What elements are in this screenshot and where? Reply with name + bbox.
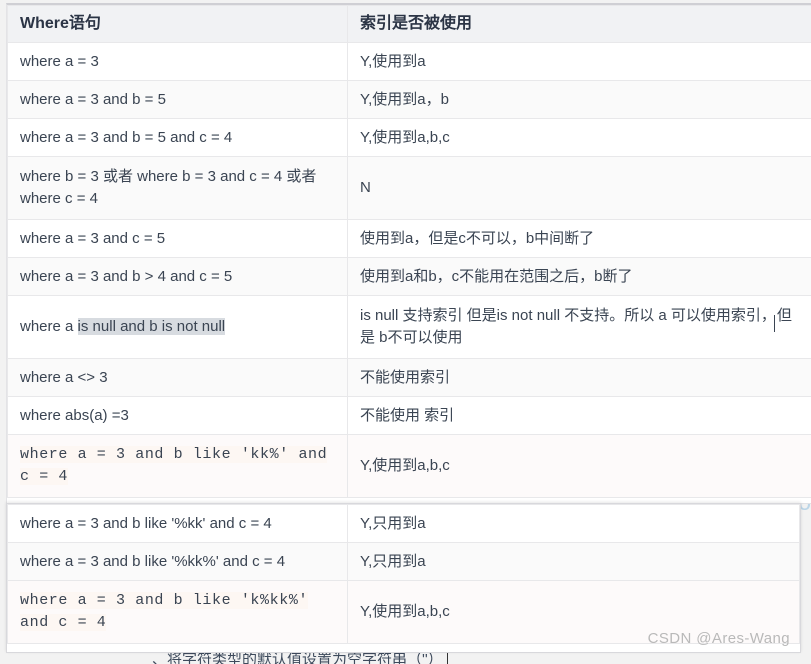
cell-index-used: 使用到a和b，c不能用在范围之后，b断了	[347, 257, 811, 296]
cell-index-used: Y,使用到a,b,c	[347, 434, 811, 498]
table-row: where a = 3 and b = 5 and c = 4 Y,使用到a,b…	[7, 118, 811, 157]
cell-index-used: Y,使用到a,b,c	[347, 118, 811, 157]
column-header-where: Where语句	[7, 5, 348, 43]
cell-where-clause: where a = 3	[7, 42, 348, 81]
table-row: where a <> 3 不能使用索引	[7, 358, 811, 397]
table-row: where a = 3 and b > 4 and c = 5 使用到a和b，c…	[7, 257, 811, 296]
table-row: where a = 3 and b = 5 Y,使用到a，b	[7, 80, 811, 119]
cell-where-clause: where a = 3 and b = 5	[7, 80, 348, 119]
table-row: where abs(a) =3 不能使用 索引	[7, 396, 811, 435]
cell-where-clause: where b = 3 或者 where b = 3 and c = 4 或者 …	[7, 156, 348, 220]
cell-index-used: Y,使用到a	[347, 42, 811, 81]
primary-table-panel: Where语句 索引是否被使用 where a = 3 Y,使用到a where…	[6, 3, 811, 504]
table-row: where b = 3 或者 where b = 3 and c = 4 或者 …	[7, 156, 811, 220]
selected-text: is null and b is not null	[77, 318, 226, 336]
cell-index-used: Y,只用到a	[347, 504, 800, 543]
cell-index-used: 使用到a，但是c不可以，b中间断了	[347, 219, 811, 258]
cell-index-used: 不能使用索引	[347, 358, 811, 397]
cell-index-used: is null 支持索引 但是is not null 不支持。所以 a 可以使用…	[347, 295, 811, 359]
table-row: where a = 3 Y,使用到a	[7, 42, 811, 81]
where-clause-index-table: Where语句 索引是否被使用 where a = 3 Y,使用到a where…	[7, 5, 811, 498]
where-prefix: where a	[20, 318, 78, 336]
table-row: where a = 3 and b like '%kk%' and c = 4 …	[7, 542, 800, 581]
code-line-1: where a = 3 and b like 'kk%' and	[20, 446, 328, 464]
code-line-1: where a = 3 and b like 'k%kk%'	[20, 592, 309, 610]
cell-index-used: N	[347, 156, 811, 220]
table-row: where a = 3 and b like '%kk' and c = 4 Y…	[7, 504, 800, 543]
table-header-row: Where语句 索引是否被使用	[7, 5, 811, 43]
secondary-table-panel: where a = 3 and b like '%kk' and c = 4 Y…	[6, 503, 801, 653]
where-clause-index-table-continued: where a = 3 and b like '%kk' and c = 4 Y…	[7, 504, 800, 644]
cell-where-clause: where a <> 3	[7, 358, 348, 397]
table-row: where a = 3 and c = 5 使用到a，但是c不可以，b中间断了	[7, 219, 811, 258]
column-header-index-used: 索引是否被使用	[347, 5, 811, 43]
cell-index-used: Y,只用到a	[347, 542, 800, 581]
cell-where-clause: where a = 3 and b like '%kk' and c = 4	[7, 504, 348, 543]
cell-where-clause: where abs(a) =3	[7, 396, 348, 435]
csdn-watermark: CSDN @Ares-Wang	[647, 630, 790, 647]
cell-where-clause: where a is null and b is not null	[7, 295, 348, 359]
code-line-2: c = 4	[20, 468, 69, 485]
code-line-2: and c = 4	[20, 614, 107, 631]
cell-index-used: Y,使用到a，b	[347, 80, 811, 119]
cell-where-clause: where a = 3 and b = 5 and c = 4	[7, 118, 348, 157]
cell-where-clause-code: where a = 3 and b like 'k%kk%' and c = 4	[7, 580, 348, 644]
table-row: where a = 3 and b like 'kk%' and c = 4 Y,…	[7, 434, 811, 498]
index-answer-line-1: is null 支持索引 但是is not null 不支持。所以 a 可以使用…	[360, 307, 776, 325]
cell-where-clause: where a = 3 and c = 5	[7, 219, 348, 258]
cell-where-clause: where a = 3 and b > 4 and c = 5	[7, 257, 348, 296]
text-caret	[773, 315, 775, 333]
table-row: where a is null and b is not null is nul…	[7, 295, 811, 359]
cell-where-clause: where a = 3 and b like '%kk%' and c = 4	[7, 542, 348, 581]
cell-index-used: 不能使用 索引	[347, 396, 811, 435]
cell-where-clause-code: where a = 3 and b like 'kk%' and c = 4	[7, 434, 348, 498]
